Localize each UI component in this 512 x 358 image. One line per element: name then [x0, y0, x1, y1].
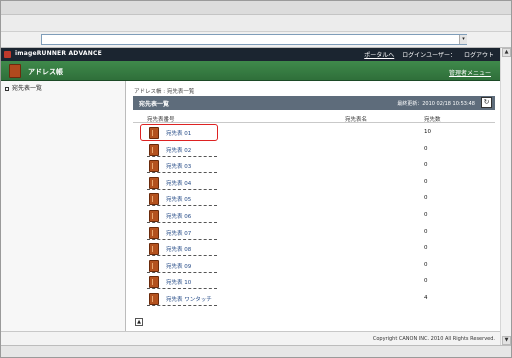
refresh-icon[interactable]: ↻	[481, 97, 492, 108]
window-titlebar	[1, 1, 511, 15]
app-header: imageRUNNER ADVANCE ポータルへ ログインユーザー： ログアウ…	[1, 48, 500, 61]
list-name-link[interactable]: 宛先表 02	[166, 146, 191, 154]
list-count: 0	[424, 211, 428, 218]
list-name-link[interactable]: 宛先表 09	[166, 262, 191, 270]
browser-toolbar	[1, 15, 511, 32]
address-book-icon	[149, 276, 159, 289]
sidebar-item-label: 宛先表一覧	[12, 85, 43, 92]
column-header-list-name: 宛先表名	[345, 117, 368, 123]
page-top-icon[interactable]: ▲	[135, 318, 143, 326]
last-updated: 最終更新：2010 02/18 10:53:48	[397, 101, 475, 107]
list-count: 0	[424, 162, 428, 169]
admin-menu-link[interactable]: 管理者メニュー	[449, 68, 491, 77]
list-count: 0	[424, 178, 428, 185]
footer: Copyright CANON INC. 2010 All Rights Res…	[1, 331, 500, 345]
list-count: 0	[424, 228, 428, 235]
list-name-link[interactable]: 宛先表 08	[166, 245, 191, 253]
table-row[interactable]: 宛先表 07 0	[133, 224, 495, 241]
table-row[interactable]: 宛先表 04 0	[133, 174, 495, 191]
sidebar-item-address-lists[interactable]: 宛先表一覧	[5, 83, 122, 94]
list-count: 0	[424, 195, 428, 202]
page-header: アドレス帳 管理者メニュー	[1, 61, 500, 81]
table-row[interactable]: 宛先表 09 0	[133, 257, 495, 274]
address-list-table: 宛先表 01 10 宛先表 02 0 宛先表 03 0 宛先表 04 0 宛先表…	[133, 124, 495, 307]
bullet-icon	[5, 86, 9, 91]
column-header-list-number: 宛先表番号	[147, 117, 175, 123]
copyright: Copyright CANON INC. 2010 All Rights Res…	[372, 336, 495, 342]
main-content: アドレス帳 : 宛先表一覧 宛先表一覧 最終更新：2010 02/18 10:5…	[127, 81, 500, 331]
list-name-link[interactable]: 宛先表 07	[166, 229, 191, 237]
table-row[interactable]: 宛先表 08 0	[133, 240, 495, 257]
address-bar: ▾	[1, 32, 511, 48]
portal-link[interactable]: ポータルへ	[364, 52, 394, 59]
table-row[interactable]: 宛先表 02 0	[133, 141, 495, 158]
logout-link[interactable]: ログアウト	[464, 52, 494, 59]
address-book-icon	[149, 292, 159, 305]
table-header: 宛先表番号 宛先表名 宛先数	[133, 114, 495, 123]
list-count: 0	[424, 261, 428, 268]
login-user-label: ログインユーザー：	[402, 52, 457, 59]
list-name-link[interactable]: 宛先表 03	[166, 162, 191, 170]
list-name-link[interactable]: 宛先表 04	[166, 179, 191, 187]
address-book-icon	[9, 64, 21, 78]
column-header-count: 宛先数	[424, 117, 441, 123]
table-row[interactable]: 宛先表 05 0	[133, 190, 495, 207]
address-input[interactable]	[41, 34, 467, 45]
address-book-icon	[149, 226, 159, 239]
address-book-icon	[149, 209, 159, 222]
breadcrumb: アドレス帳 : 宛先表一覧	[134, 89, 195, 95]
address-book-icon	[149, 259, 159, 272]
address-book-icon	[149, 127, 159, 139]
brand-name: imageRUNNER ADVANCE	[15, 50, 102, 57]
list-title: 宛先表一覧	[139, 101, 170, 108]
browser-statusbar	[1, 345, 511, 357]
scroll-up-arrow[interactable]: ▲	[502, 48, 511, 57]
list-count: 4	[424, 294, 428, 301]
address-book-icon	[149, 143, 159, 156]
vertical-scrollbar[interactable]: ▲ ▼	[500, 48, 511, 357]
list-count: 0	[424, 245, 428, 252]
scroll-down-arrow[interactable]: ▼	[502, 336, 511, 345]
table-row[interactable]: 宛先表 06 0	[133, 207, 495, 224]
address-book-icon	[149, 193, 159, 206]
canon-logo-icon	[4, 51, 11, 58]
sidebar: 宛先表一覧	[1, 81, 126, 331]
address-book-icon	[149, 243, 159, 256]
list-name-link[interactable]: 宛先表 05	[166, 195, 191, 203]
list-name-link[interactable]: 宛先表 01	[166, 129, 191, 137]
address-dropdown-button[interactable]: ▾	[459, 35, 467, 44]
list-name-link[interactable]: 宛先表 06	[166, 212, 191, 220]
table-row[interactable]: 宛先表 01 10	[133, 124, 495, 141]
list-name-link[interactable]: 宛先表 10	[166, 278, 191, 286]
table-row[interactable]: 宛先表 ワンタッチ 4	[133, 290, 495, 307]
row-divider	[147, 304, 217, 306]
page-title: アドレス帳	[28, 68, 63, 76]
header-links: ポータルへ ログインユーザー： ログアウト	[358, 50, 494, 59]
list-name-link[interactable]: 宛先表 ワンタッチ	[166, 295, 212, 303]
list-count: 0	[424, 278, 428, 285]
table-row[interactable]: 宛先表 10 0	[133, 273, 495, 290]
address-book-icon	[149, 176, 159, 189]
list-title-bar: 宛先表一覧 最終更新：2010 02/18 10:53:48 ↻	[133, 96, 495, 110]
list-count: 0	[424, 145, 428, 152]
address-book-icon	[149, 160, 159, 173]
table-row[interactable]: 宛先表 03 0	[133, 157, 495, 174]
list-count: 10	[424, 129, 431, 135]
